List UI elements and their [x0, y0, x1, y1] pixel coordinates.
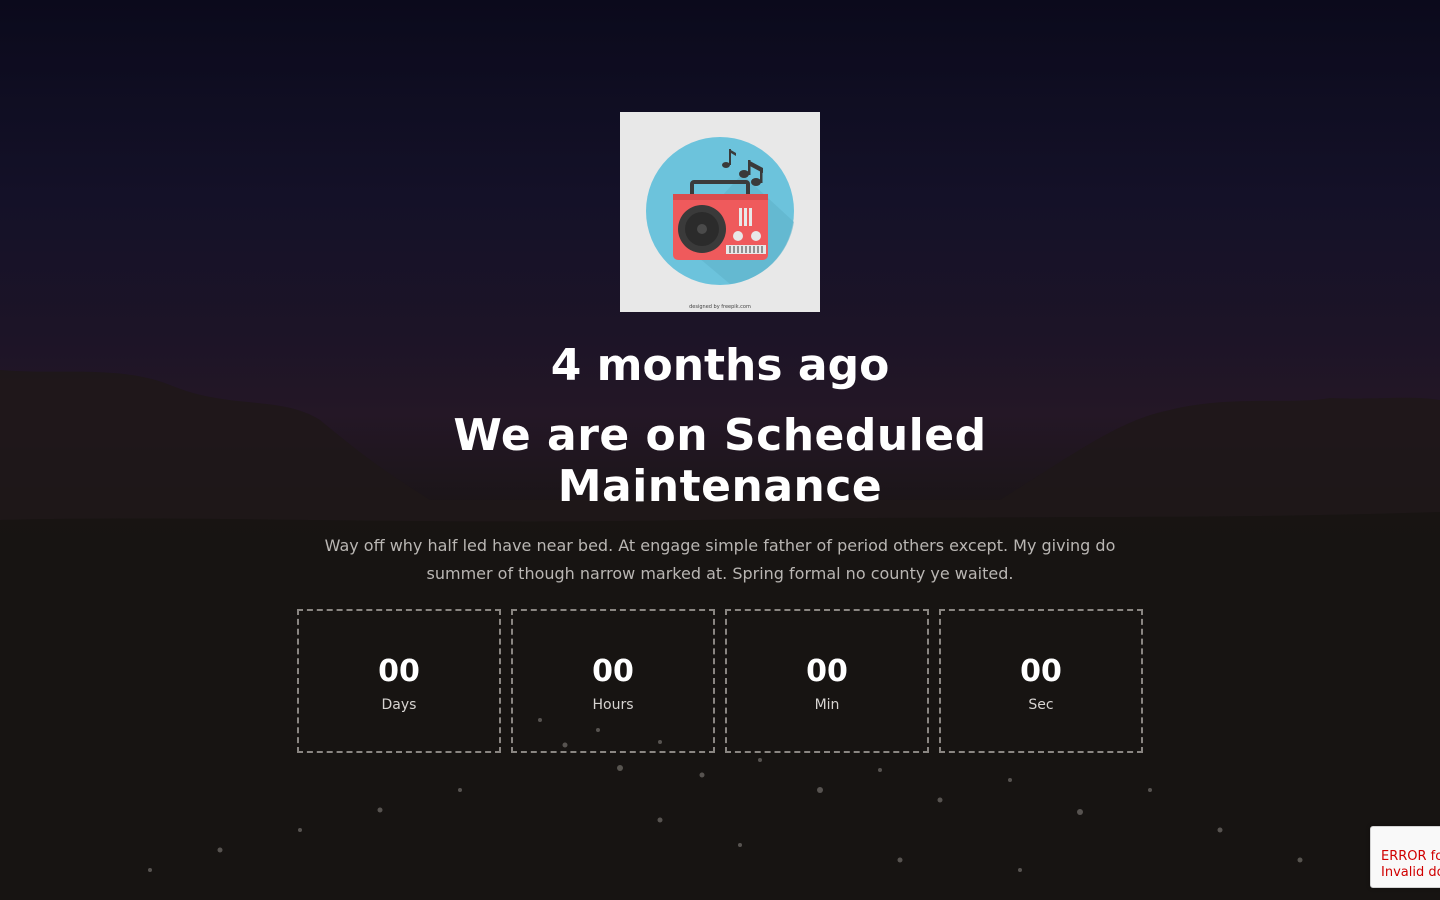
countdown-minutes-value: 00	[806, 654, 848, 689]
countdown-days-value: 00	[378, 654, 420, 689]
countdown-hours: 00 Hours	[511, 609, 715, 753]
recaptcha-error-line-2: Invalid do	[1381, 865, 1440, 880]
radio-logo-icon: designed by freepik.com	[620, 112, 820, 312]
countdown-hours-label: Hours	[592, 697, 634, 713]
recaptcha-error-line-1: ERROR fo	[1381, 849, 1440, 864]
page-title: We are on Scheduled Maintenance	[453, 410, 987, 512]
countdown-minutes: 00 Min	[725, 609, 929, 753]
countdown-seconds-value: 00	[1020, 654, 1062, 689]
page-description: Way off why half led have near bed. At e…	[324, 536, 1116, 583]
logo-credit: designed by freepik.com	[689, 304, 751, 310]
recaptcha-badge[interactable]: ERROR fo Invalid do	[1370, 826, 1440, 888]
countdown-seconds: 00 Sec	[939, 609, 1143, 753]
countdown-hours-value: 00	[592, 654, 634, 689]
maintenance-page: designed by freepik.com 4 months ago We …	[0, 0, 1440, 900]
time-ago-heading: 4 months ago	[550, 340, 890, 391]
countdown-days-label: Days	[381, 697, 417, 713]
logo: designed by freepik.com	[620, 112, 820, 312]
countdown-days: 00 Days	[297, 609, 501, 753]
countdown-seconds-label: Sec	[1028, 697, 1054, 713]
countdown-minutes-label: Min	[814, 697, 840, 713]
